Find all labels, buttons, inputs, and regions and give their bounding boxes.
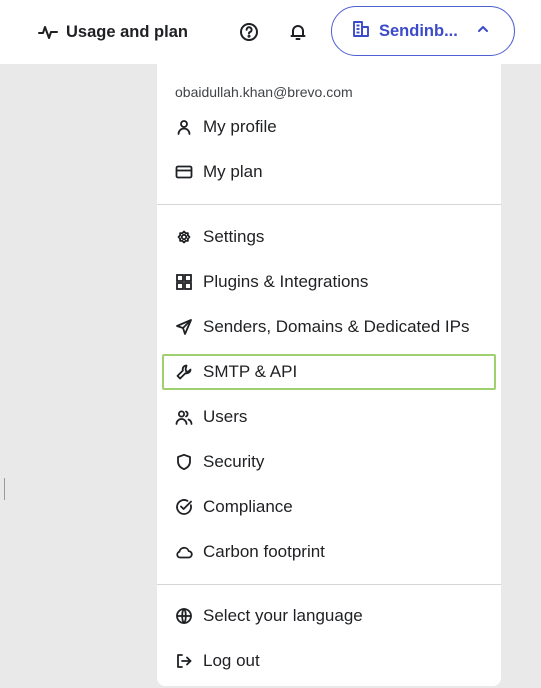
menu-divider <box>157 204 501 205</box>
menu-item-label: Plugins & Integrations <box>203 272 369 291</box>
menu-item-label: Carbon footprint <box>203 542 325 561</box>
menu-item-label: Security <box>203 452 265 471</box>
menu-item-label: My profile <box>203 117 277 136</box>
shield-icon <box>175 453 193 471</box>
menu-item-label: Log out <box>203 651 260 670</box>
gear-icon <box>175 228 193 246</box>
users-icon <box>175 408 193 426</box>
check-circle-icon <box>175 498 193 516</box>
user-icon <box>175 118 193 136</box>
menu-item-my-profile[interactable]: My profile <box>162 109 496 145</box>
wrench-icon <box>175 363 193 381</box>
activity-icon <box>38 22 58 42</box>
menu-item-label: Users <box>203 407 248 426</box>
usage-and-plan-button[interactable]: Usage and plan <box>38 20 188 44</box>
cloud-icon <box>175 543 193 561</box>
menu-item-users[interactable]: Users <box>162 399 496 435</box>
grid-icon <box>175 273 193 291</box>
bell-icon <box>288 25 308 46</box>
help-button[interactable] <box>239 22 259 42</box>
menu-item-label: SMTP & API <box>203 362 298 381</box>
menu-item-label: Select your language <box>203 606 363 625</box>
menu-item-select-language[interactable]: Select your language <box>162 598 496 634</box>
menu-item-compliance[interactable]: Compliance <box>162 489 496 525</box>
top-bar: Usage and plan Sendinb... <box>0 0 541 64</box>
menu-divider <box>157 584 501 585</box>
account-menu-button[interactable]: Sendinb... <box>331 6 515 56</box>
menu-item-plugins-integrations[interactable]: Plugins & Integrations <box>162 264 496 300</box>
notifications-button[interactable] <box>288 22 308 42</box>
menu-item-security[interactable]: Security <box>162 444 496 480</box>
menu-item-label: Senders, Domains & Dedicated IPs <box>203 317 470 336</box>
help-icon <box>239 23 259 46</box>
account-dropdown-menu: obaidullah.khan@brevo.com My profile My … <box>157 64 501 686</box>
chevron-up-icon <box>476 22 490 41</box>
account-name: Sendinb... <box>379 21 458 40</box>
menu-item-label: Compliance <box>203 497 293 516</box>
menu-item-senders-domains-ips[interactable]: Senders, Domains & Dedicated IPs <box>162 309 496 345</box>
menu-item-label: Settings <box>203 227 265 246</box>
menu-item-smtp-api[interactable]: SMTP & API <box>162 354 496 390</box>
usage-and-plan-label: Usage and plan <box>66 22 188 41</box>
menu-item-log-out[interactable]: Log out <box>162 643 496 679</box>
log-out-icon <box>175 652 193 670</box>
credit-card-icon <box>175 163 193 181</box>
globe-icon <box>175 607 193 625</box>
building-icon <box>351 19 371 44</box>
menu-item-my-plan[interactable]: My plan <box>162 154 496 190</box>
account-email: obaidullah.khan@brevo.com <box>175 84 353 100</box>
menu-item-settings[interactable]: Settings <box>162 219 496 255</box>
scroll-edge-mark <box>4 478 5 500</box>
menu-item-carbon-footprint[interactable]: Carbon footprint <box>162 534 496 570</box>
menu-item-label: My plan <box>203 162 263 181</box>
paper-plane-icon <box>175 318 193 336</box>
